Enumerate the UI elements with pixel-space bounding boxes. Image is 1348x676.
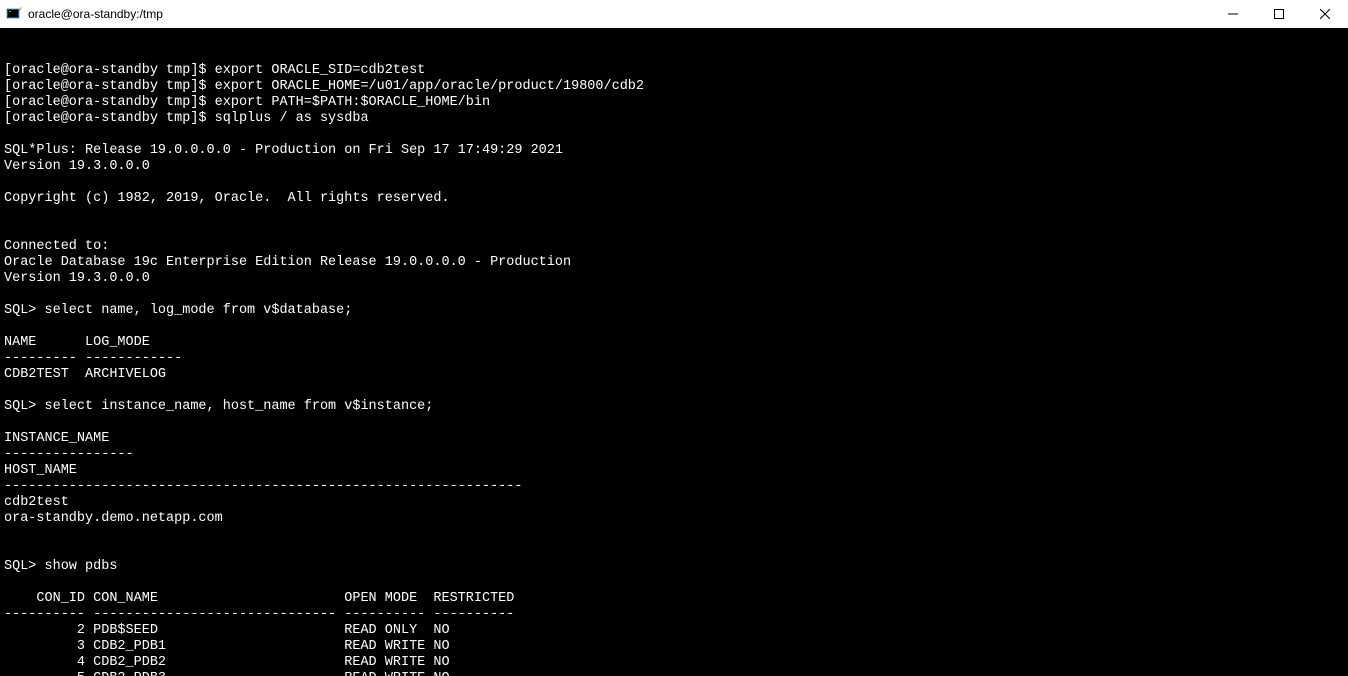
terminal-line: ---------------- <box>4 447 1344 463</box>
terminal-line <box>4 207 1344 223</box>
terminal-line: Connected to: <box>4 239 1344 255</box>
terminal-line <box>4 223 1344 239</box>
terminal-line: SQL*Plus: Release 19.0.0.0.0 - Productio… <box>4 143 1344 159</box>
terminal-line: SQL> select instance_name, host_name fro… <box>4 399 1344 415</box>
terminal-line <box>4 527 1344 543</box>
terminal-line <box>4 127 1344 143</box>
terminal-output: [oracle@ora-standby tmp]$ export ORACLE_… <box>4 63 1344 676</box>
terminal-line: [oracle@ora-standby tmp]$ export ORACLE_… <box>4 79 1344 95</box>
window-controls <box>1210 0 1348 28</box>
terminal-line: CDB2TEST ARCHIVELOG <box>4 367 1344 383</box>
terminal-line: Version 19.3.0.0.0 <box>4 271 1344 287</box>
terminal-line: [oracle@ora-standby tmp]$ export ORACLE_… <box>4 63 1344 79</box>
terminal-line: [oracle@ora-standby tmp]$ sqlplus / as s… <box>4 111 1344 127</box>
terminal-line: Oracle Database 19c Enterprise Edition R… <box>4 255 1344 271</box>
terminal-line: HOST_NAME <box>4 463 1344 479</box>
terminal-line: 2 PDB$SEED READ ONLY NO <box>4 623 1344 639</box>
window-title: oracle@ora-standby:/tmp <box>28 7 163 21</box>
title-bar[interactable]: oracle@ora-standby:/tmp <box>0 0 1348 29</box>
terminal-line: ora-standby.demo.netapp.com <box>4 511 1344 527</box>
maximize-button[interactable] <box>1256 0 1302 28</box>
terminal-line <box>4 383 1344 399</box>
minimize-button[interactable] <box>1210 0 1256 28</box>
terminal-line: [oracle@ora-standby tmp]$ export PATH=$P… <box>4 95 1344 111</box>
terminal-line: ----------------------------------------… <box>4 479 1344 495</box>
title-left: oracle@ora-standby:/tmp <box>6 6 163 22</box>
terminal-line: Copyright (c) 1982, 2019, Oracle. All ri… <box>4 191 1344 207</box>
terminal-line <box>4 415 1344 431</box>
terminal-line: SQL> select name, log_mode from v$databa… <box>4 303 1344 319</box>
terminal-line: --------- ------------ <box>4 351 1344 367</box>
terminal-line: cdb2test <box>4 495 1344 511</box>
terminal-line: 4 CDB2_PDB2 READ WRITE NO <box>4 655 1344 671</box>
terminal-line: Version 19.3.0.0.0 <box>4 159 1344 175</box>
terminal-line: CON_ID CON_NAME OPEN MODE RESTRICTED <box>4 591 1344 607</box>
close-button[interactable] <box>1302 0 1348 28</box>
terminal-line: SQL> show pdbs <box>4 559 1344 575</box>
terminal-line: INSTANCE_NAME <box>4 431 1344 447</box>
terminal-line: 3 CDB2_PDB1 READ WRITE NO <box>4 639 1344 655</box>
terminal-line: NAME LOG_MODE <box>4 335 1344 351</box>
terminal-line <box>4 319 1344 335</box>
putty-icon <box>6 6 22 22</box>
terminal-line <box>4 287 1344 303</box>
terminal-line <box>4 575 1344 591</box>
terminal-line: ---------- -----------------------------… <box>4 607 1344 623</box>
terminal-line <box>4 175 1344 191</box>
terminal-line <box>4 543 1344 559</box>
terminal-line: 5 CDB2_PDB3 READ WRITE NO <box>4 671 1344 676</box>
terminal-area[interactable]: [oracle@ora-standby tmp]$ export ORACLE_… <box>0 29 1348 676</box>
